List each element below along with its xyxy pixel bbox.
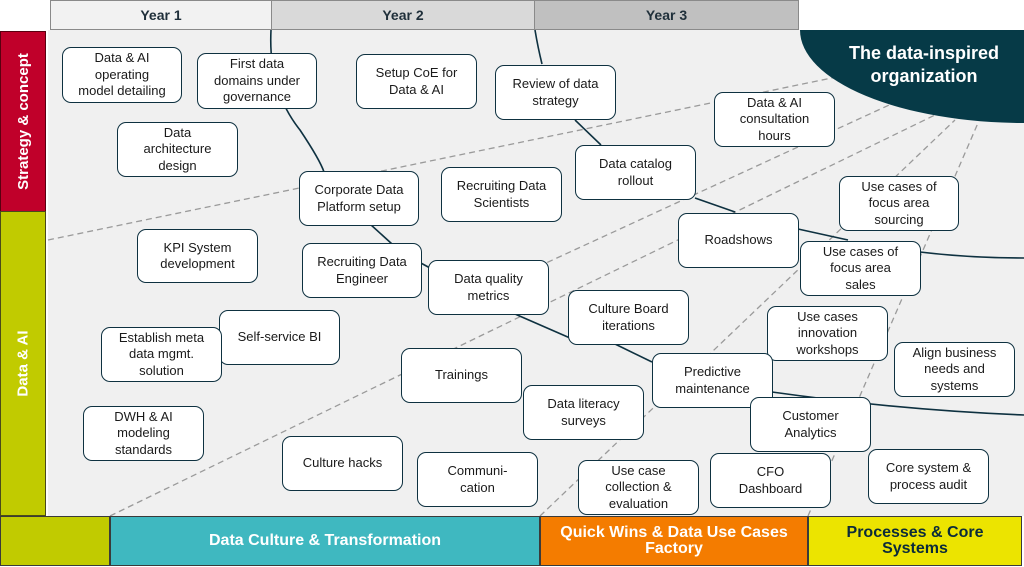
timeline-curve — [574, 119, 602, 146]
node-arch-design[interactable]: Data architecture design — [117, 122, 238, 177]
node-consultation[interactable]: Data & AI consultation hours — [714, 92, 835, 147]
node-review-strategy[interactable]: Review of data strategy — [495, 65, 616, 120]
band-quick-wins: Quick Wins & Data Use Cases Factory — [540, 516, 808, 566]
timeline-curve — [797, 228, 849, 241]
timeline-curve — [534, 29, 543, 65]
node-dwh[interactable]: DWH & AI modeling standards — [83, 406, 204, 461]
timeline-curve — [694, 197, 736, 213]
timeline-curve — [514, 313, 571, 339]
band-data-culture: Data Culture & Transformation — [110, 516, 540, 566]
node-setup-coe[interactable]: Setup CoE for Data & AI — [356, 54, 477, 109]
row-label-data-ai-text: Data & AI — [14, 330, 32, 397]
node-communication[interactable]: Communi- cation — [417, 452, 538, 507]
year-1-header: Year 1 — [50, 0, 272, 30]
row-label-strategy-text: Strategy & concept — [14, 53, 32, 190]
timeline-curve — [369, 223, 393, 245]
node-recruit-ds[interactable]: Recruiting Data Scientists — [441, 167, 562, 222]
node-culture-board[interactable]: Culture Board iterations — [568, 290, 689, 345]
row-label-strategy: Strategy & concept — [0, 31, 46, 212]
node-uc-sales[interactable]: Use cases of focus area sales — [800, 241, 921, 296]
node-uc-innovation[interactable]: Use cases innovation workshops — [767, 306, 888, 361]
year-3-header: Year 3 — [534, 0, 799, 30]
node-roadshows[interactable]: Roadshows — [678, 213, 799, 268]
node-uc-sourcing[interactable]: Use cases of focus area sourcing — [839, 176, 959, 231]
goal-title: The data-inspired organization — [848, 43, 1000, 86]
node-literacy[interactable]: Data literacy surveys — [523, 385, 644, 440]
node-customer[interactable]: Customer Analytics — [750, 397, 871, 452]
timeline-curve — [919, 251, 1024, 259]
node-culture-hacks[interactable]: Culture hacks — [282, 436, 403, 491]
node-kpi[interactable]: KPI System development — [137, 229, 258, 283]
node-corp-platform[interactable]: Corporate Data Platform setup — [299, 171, 419, 226]
node-core-audit[interactable]: Core system & process audit — [868, 449, 989, 504]
node-uc-collection[interactable]: Use case collection & evaluation — [578, 460, 699, 515]
node-metadata[interactable]: Establish meta data mgmt. solution — [101, 327, 222, 382]
node-trainings[interactable]: Trainings — [401, 348, 522, 403]
band-corner — [0, 516, 110, 566]
node-recruit-de[interactable]: Recruiting Data Engineer — [302, 243, 422, 298]
row-label-data-ai: Data & AI — [0, 211, 46, 516]
node-self-service[interactable]: Self-service BI — [219, 310, 340, 365]
node-align-business[interactable]: Align business needs and systems — [894, 342, 1015, 397]
timeline-curve — [614, 343, 653, 363]
node-op-model[interactable]: Data & AI operating model detailing — [62, 47, 182, 103]
roadmap-diagram: Year 1 Year 2 Year 3 Strategy & concept … — [0, 0, 1024, 567]
year-2-header: Year 2 — [271, 0, 535, 30]
node-first-domains[interactable]: First data domains under governance — [197, 53, 317, 109]
node-cfo[interactable]: CFO Dashboard — [710, 453, 831, 508]
node-dq-metrics[interactable]: Data quality metrics — [428, 260, 549, 315]
node-catalog[interactable]: Data catalog rollout — [575, 145, 696, 200]
band-processes: Processes & Core Systems — [808, 516, 1022, 566]
